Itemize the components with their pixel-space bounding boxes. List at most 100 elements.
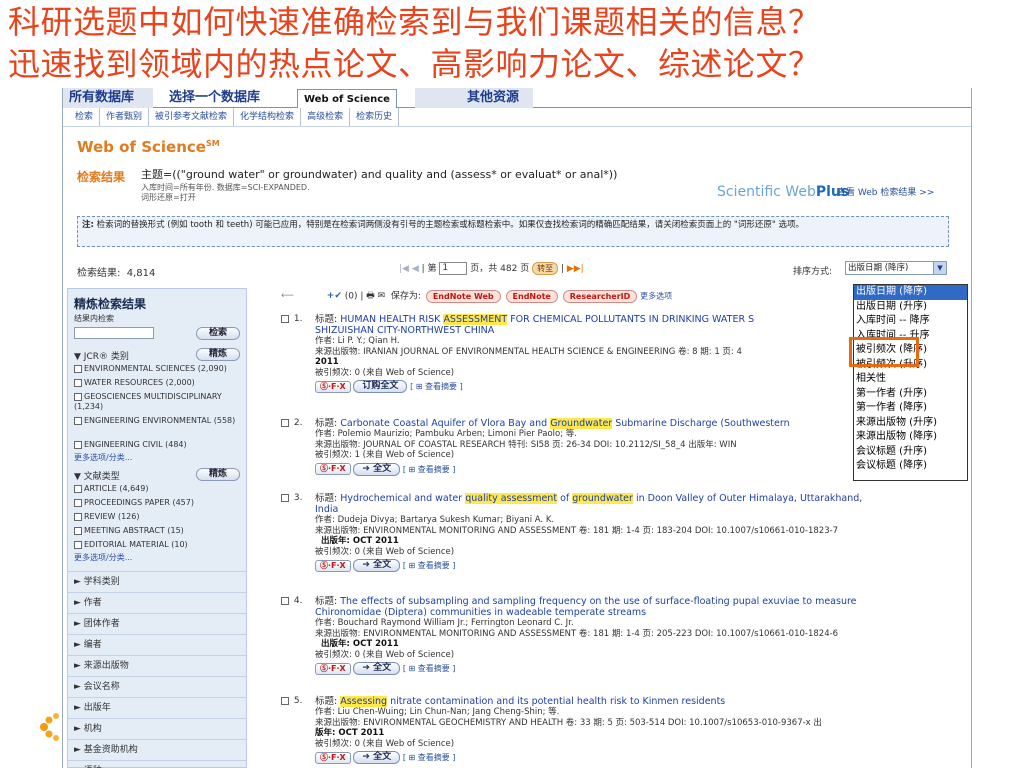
checkbox[interactable]: [281, 596, 289, 605]
last-page-icon[interactable]: ▶|: [574, 264, 584, 274]
print-icon[interactable]: 🖶: [366, 288, 375, 304]
refine-button-doctype[interactable]: 精炼: [196, 468, 240, 481]
lemmatization-note: 注: 检索词的替换形式 (例如 tooth 和 teeth) 可能已应用，特别是…: [77, 216, 949, 247]
sfx-button[interactable]: Ⓢ·F·X: [315, 751, 351, 764]
checkbox[interactable]: [74, 540, 82, 549]
view-abstract-link[interactable]: [ ⊞ 查看摘要 ]: [403, 561, 456, 570]
search-within-button[interactable]: 检索: [196, 327, 240, 340]
chevron-down-icon[interactable]: ▼: [933, 262, 946, 274]
subnav-search[interactable]: 检索: [69, 108, 101, 126]
sort-option[interactable]: 会议标题 (升序): [854, 445, 967, 460]
endnote-button[interactable]: EndNote: [505, 289, 558, 303]
record-title[interactable]: 标题: Hydrochemical and water quality asse…: [315, 493, 955, 504]
search-within-input[interactable]: [74, 327, 154, 339]
checkbox[interactable]: [74, 416, 82, 425]
subnav-author-finder[interactable]: 作者甄别: [100, 108, 150, 126]
jcr-option[interactable]: ENGINEERING CIVIL (484): [74, 440, 244, 450]
record-title[interactable]: 标题: The effects of subsampling and sampl…: [315, 596, 955, 607]
fulltext-button[interactable]: ➔ 全文: [353, 462, 401, 476]
jcr-option[interactable]: ENVIRONMENTAL SCIENCES (2,090): [74, 364, 244, 374]
order-fulltext-button[interactable]: 订购全文: [353, 380, 408, 393]
facet-subject[interactable]: ► 学科类别: [68, 571, 246, 592]
facet-editor[interactable]: ► 编者: [68, 634, 246, 655]
view-abstract-link[interactable]: [ ⊞ 查看摘要 ]: [410, 382, 463, 391]
record-title-line2[interactable]: Chironomidae (Diptera) communities in wa…: [315, 607, 955, 618]
facet-language[interactable]: ► 语种: [68, 760, 246, 768]
sfx-button[interactable]: Ⓢ·F·X: [315, 463, 351, 475]
view-abstract-link[interactable]: [ ⊞ 查看摘要 ]: [403, 664, 456, 673]
doctype-option[interactable]: EDITORIAL MATERIAL (10): [74, 540, 244, 550]
facet-source[interactable]: ► 来源出版物: [68, 655, 246, 676]
record-title-line2[interactable]: India: [315, 504, 955, 515]
checkbox[interactable]: [281, 696, 289, 705]
tab-web-of-science[interactable]: Web of Science: [297, 89, 397, 108]
go-button[interactable]: 转至: [532, 262, 559, 275]
facet-group-author[interactable]: ► 团体作者: [68, 613, 246, 634]
doctype-group[interactable]: ▼ 文献类型: [74, 469, 120, 482]
fulltext-button[interactable]: ➔ 全文: [353, 559, 401, 572]
doctype-option[interactable]: REVIEW (126): [74, 512, 244, 522]
sort-option[interactable]: 来源出版物 (降序): [854, 430, 967, 445]
sort-option[interactable]: 会议标题 (降序): [854, 459, 967, 474]
sfx-button[interactable]: Ⓢ·F·X: [315, 559, 351, 572]
facet-author[interactable]: ► 作者: [68, 592, 246, 613]
sort-option[interactable]: 第一作者 (降序): [854, 401, 967, 416]
next-page-icon[interactable]: ▶: [567, 264, 574, 274]
doctype-option[interactable]: PROCEEDINGS PAPER (457): [74, 498, 244, 508]
checkbox[interactable]: [74, 526, 82, 535]
sort-option[interactable]: 入库时间 -- 降序: [854, 314, 967, 329]
jcr-option[interactable]: GEOSCIENCES MULTIDISCIPLINARY (1,234): [74, 392, 244, 412]
sfx-button[interactable]: Ⓢ·F·X: [315, 662, 351, 675]
jcr-option[interactable]: ENGINEERING ENVIRONMENTAL (558): [74, 416, 244, 426]
fulltext-button[interactable]: ➔ 全文: [353, 751, 401, 764]
more-options-link[interactable]: 更多选项: [640, 292, 672, 301]
sort-option[interactable]: 相关性: [854, 372, 967, 387]
checkbox[interactable]: [74, 364, 82, 373]
doctype-option[interactable]: MEETING ABSTRACT (15): [74, 526, 244, 536]
tab-select-database[interactable]: 选择一个数据库: [163, 88, 266, 108]
checkbox[interactable]: [74, 512, 82, 521]
jcr-category-group[interactable]: ▼ JCR® 类别: [74, 349, 129, 362]
view-abstract-link[interactable]: [ ⊞ 查看摘要 ]: [403, 465, 456, 474]
sfx-button[interactable]: Ⓢ·F·X: [315, 380, 351, 393]
checkbox[interactable]: [74, 498, 82, 507]
checkbox[interactable]: [74, 392, 82, 401]
sort-option[interactable]: 来源出版物 (升序): [854, 416, 967, 431]
subnav-cited-ref[interactable]: 被引参考文献检索: [149, 108, 235, 126]
subnav-structure[interactable]: 化学结构检索: [234, 108, 302, 126]
more-options-link[interactable]: 更多选项/分类...: [74, 452, 132, 463]
checkbox[interactable]: [74, 440, 82, 449]
email-icon[interactable]: ✉: [378, 291, 386, 301]
fulltext-button[interactable]: ➔ 全文: [353, 662, 401, 675]
prev-page-icon[interactable]: ◀: [412, 264, 419, 274]
subnav-advanced[interactable]: 高级检索: [301, 108, 351, 126]
checkbox[interactable]: [74, 484, 82, 493]
facet-year[interactable]: ► 出版年: [68, 697, 246, 718]
add-to-marked-list-icon[interactable]: +✔: [327, 291, 342, 301]
refine-button-jcr[interactable]: 精炼: [196, 348, 240, 361]
web-results-link[interactable]: 查看 Web 检索结果 >>: [837, 185, 934, 198]
facet-conference[interactable]: ► 会议名称: [68, 676, 246, 697]
sort-option[interactable]: 第一作者 (升序): [854, 387, 967, 402]
researcherid-button[interactable]: ResearcherID: [562, 289, 638, 303]
record-title[interactable]: 标题: Assessing nitrate contamination and …: [315, 696, 955, 707]
more-options-link[interactable]: 更多选项/分类...: [74, 552, 132, 563]
view-abstract-link[interactable]: [ ⊞ 查看摘要 ]: [403, 753, 456, 762]
endnote-web-button[interactable]: EndNote Web: [425, 289, 501, 303]
checkbox[interactable]: [281, 493, 289, 502]
checkbox[interactable]: [281, 314, 289, 323]
sort-option[interactable]: 出版日期 (升序): [854, 300, 967, 315]
sort-option[interactable]: 出版日期 (降序): [854, 285, 967, 300]
sort-select[interactable]: 出版日期 (降序) ▼: [845, 261, 947, 275]
doctype-option[interactable]: ARTICLE (4,649): [74, 484, 244, 494]
jcr-option[interactable]: WATER RESOURCES (2,000): [74, 378, 244, 388]
subnav-history[interactable]: 检索历史: [350, 108, 400, 126]
checkbox[interactable]: [281, 418, 289, 427]
tab-all-databases[interactable]: 所有数据库: [63, 88, 140, 108]
tab-other-resources[interactable]: 其他资源: [461, 88, 525, 108]
page-input[interactable]: 1: [439, 262, 468, 275]
checkbox[interactable]: [74, 378, 82, 387]
facet-institution[interactable]: ► 机构: [68, 718, 246, 739]
first-page-icon[interactable]: |◀: [399, 264, 409, 274]
facet-funding[interactable]: ► 基金资助机构: [68, 739, 246, 760]
